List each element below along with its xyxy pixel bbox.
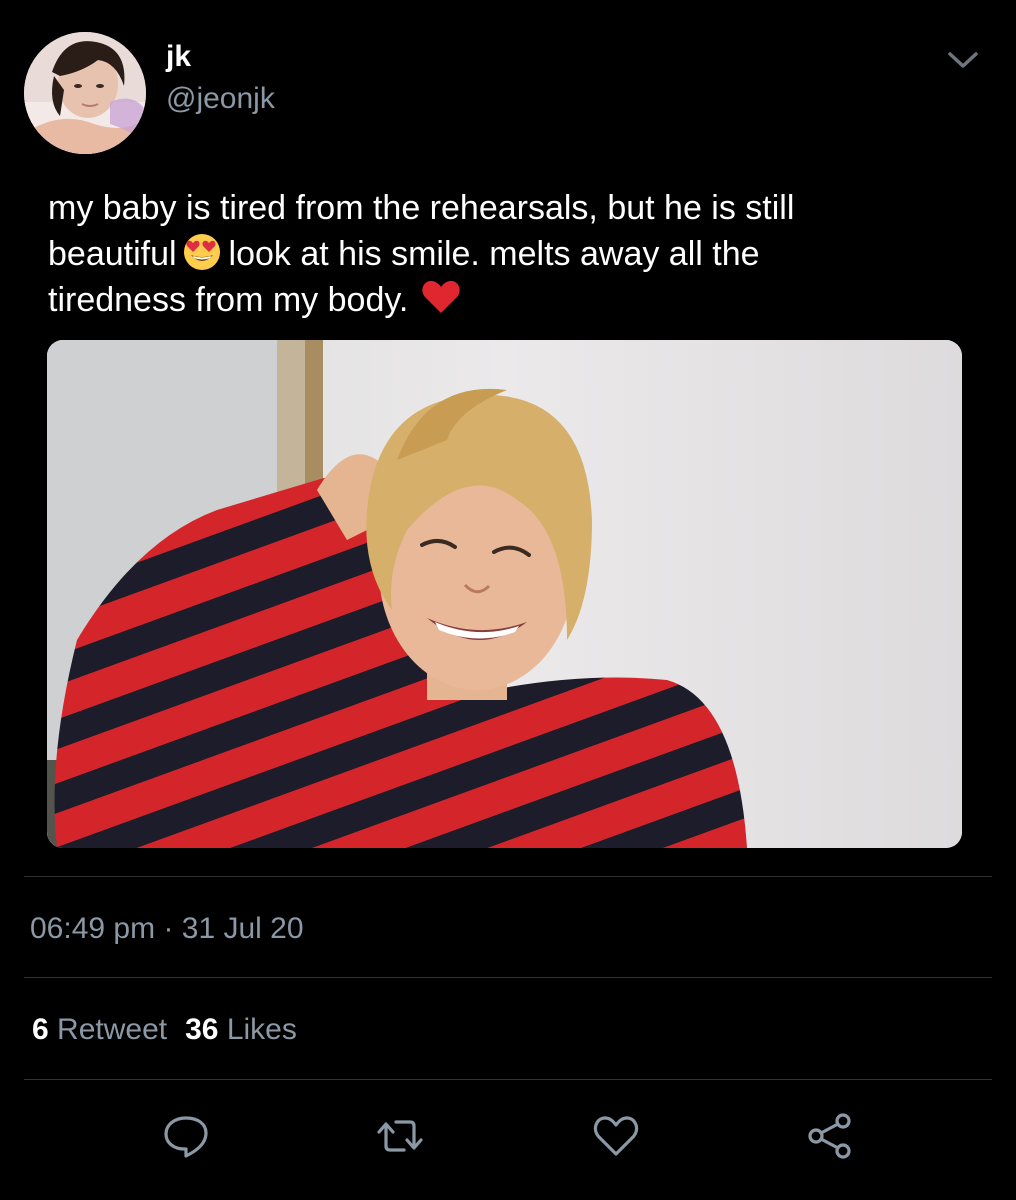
engagement-stats: 6 Retweet 36 Likes bbox=[32, 1013, 297, 1047]
divider bbox=[24, 977, 992, 978]
tweet-line-2-start: beautiful bbox=[48, 235, 177, 273]
tweet-line-1: my baby is tired from the rehearsals, bu… bbox=[48, 189, 795, 227]
reply-button[interactable] bbox=[160, 1110, 212, 1162]
tweet-line-2-end: look at his smile. melts away all the bbox=[228, 235, 760, 273]
tweet-timestamp[interactable]: 06:49 pm · 31 Jul 20 bbox=[30, 912, 304, 946]
retweet-count: 6 bbox=[32, 1013, 49, 1046]
reply-icon bbox=[164, 1116, 208, 1158]
share-icon bbox=[808, 1113, 851, 1159]
like-icon bbox=[593, 1116, 639, 1156]
retweet-icon bbox=[377, 1120, 423, 1152]
heart-eyes-emoji-icon bbox=[181, 231, 223, 271]
tweet-photo[interactable] bbox=[47, 340, 962, 848]
timestamp-separator: · bbox=[163, 912, 174, 945]
tweet-line-3: tiredness from my body. bbox=[48, 277, 978, 323]
tweet-time: 06:49 pm bbox=[30, 912, 156, 945]
like-label: Likes bbox=[226, 1013, 297, 1046]
like-button[interactable] bbox=[590, 1110, 642, 1162]
tweet-line-2: beautiful look at his smile. melts away … bbox=[48, 231, 978, 277]
user-handle[interactable]: @jeonjk bbox=[166, 82, 275, 116]
tweet-date: 31 Jul 20 bbox=[181, 912, 304, 945]
chevron-down-icon[interactable] bbox=[946, 46, 980, 74]
avatar[interactable] bbox=[24, 32, 146, 154]
share-button[interactable] bbox=[804, 1110, 856, 1162]
retweet-button[interactable] bbox=[374, 1110, 426, 1162]
divider bbox=[24, 1079, 992, 1080]
divider bbox=[24, 876, 992, 877]
display-name[interactable]: jk bbox=[166, 40, 191, 74]
tweet-line-3-text: tiredness from my body. bbox=[48, 281, 409, 319]
tweet-text: my baby is tired from the rehearsals, bu… bbox=[48, 186, 978, 323]
like-count: 36 bbox=[185, 1013, 219, 1046]
retweet-stat[interactable]: 6 Retweet bbox=[32, 1013, 167, 1046]
like-stat[interactable]: 36 Likes bbox=[185, 1013, 297, 1046]
red-heart-emoji-icon bbox=[420, 277, 462, 317]
retweet-label: Retweet bbox=[57, 1013, 168, 1046]
